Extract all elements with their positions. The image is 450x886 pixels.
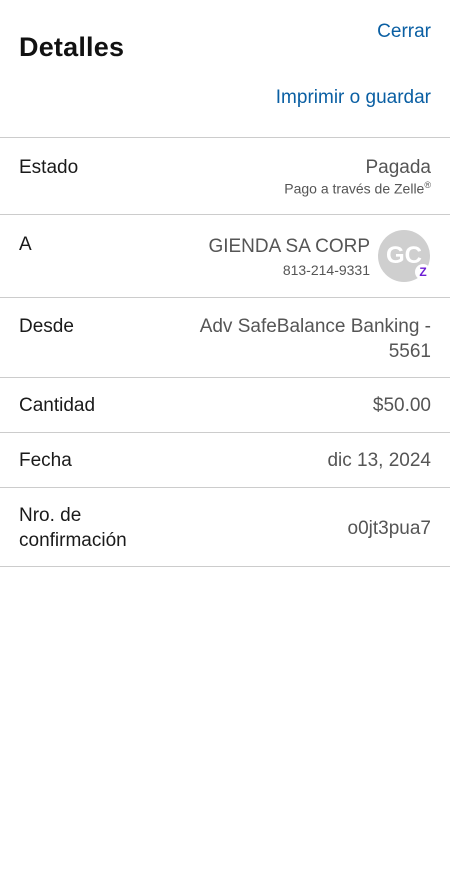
status-row: Estado Pagada Pago a través de Zelle® (0, 138, 450, 215)
from-label: Desde (19, 316, 74, 337)
status-label: Estado (19, 157, 79, 178)
close-button[interactable]: Cerrar (377, 21, 431, 43)
payment-method-text: Pago a través de Zelle (284, 180, 425, 197)
from-account-row: Desde Adv SafeBalance Banking - 5561 (0, 298, 450, 378)
confirmation-label: Nro. de confirmación (19, 505, 127, 551)
status-value: Pagada (365, 157, 431, 178)
confirmation-row: Nro. de confirmación o0jt3pua7 (0, 488, 450, 567)
amount-row: Cantidad $50.00 (0, 378, 450, 433)
recipient-row: A GIENDA SA CORP 813-214-9331 GC Z (0, 215, 450, 298)
registered-mark: ® (424, 180, 431, 190)
details-list: Estado Pagada Pago a través de Zelle® A … (0, 137, 450, 567)
date-value: dic 13, 2024 (327, 450, 431, 471)
zelle-icon: Z (415, 264, 431, 280)
recipient-phone: 813-214-9331 (282, 262, 370, 278)
recipient-name: GIENDA SA CORP (208, 236, 370, 257)
confirmation-number: o0jt3pua7 (347, 518, 431, 539)
date-row: Fecha dic 13, 2024 (0, 433, 450, 488)
amount-label: Cantidad (19, 395, 96, 416)
date-label: Fecha (19, 450, 72, 471)
page-title: Detalles (19, 32, 125, 62)
recipient-label: A (19, 234, 32, 255)
from-account-value: Adv SafeBalance Banking - 5561 (199, 316, 431, 362)
amount-value: $50.00 (372, 395, 431, 416)
payment-method-note: Pago a través de Zelle® (284, 180, 431, 197)
print-or-save-button[interactable]: Imprimir o guardar (276, 87, 431, 109)
transaction-details-screen: Cerrar Detalles Imprimir o guardar Estad… (0, 0, 450, 886)
